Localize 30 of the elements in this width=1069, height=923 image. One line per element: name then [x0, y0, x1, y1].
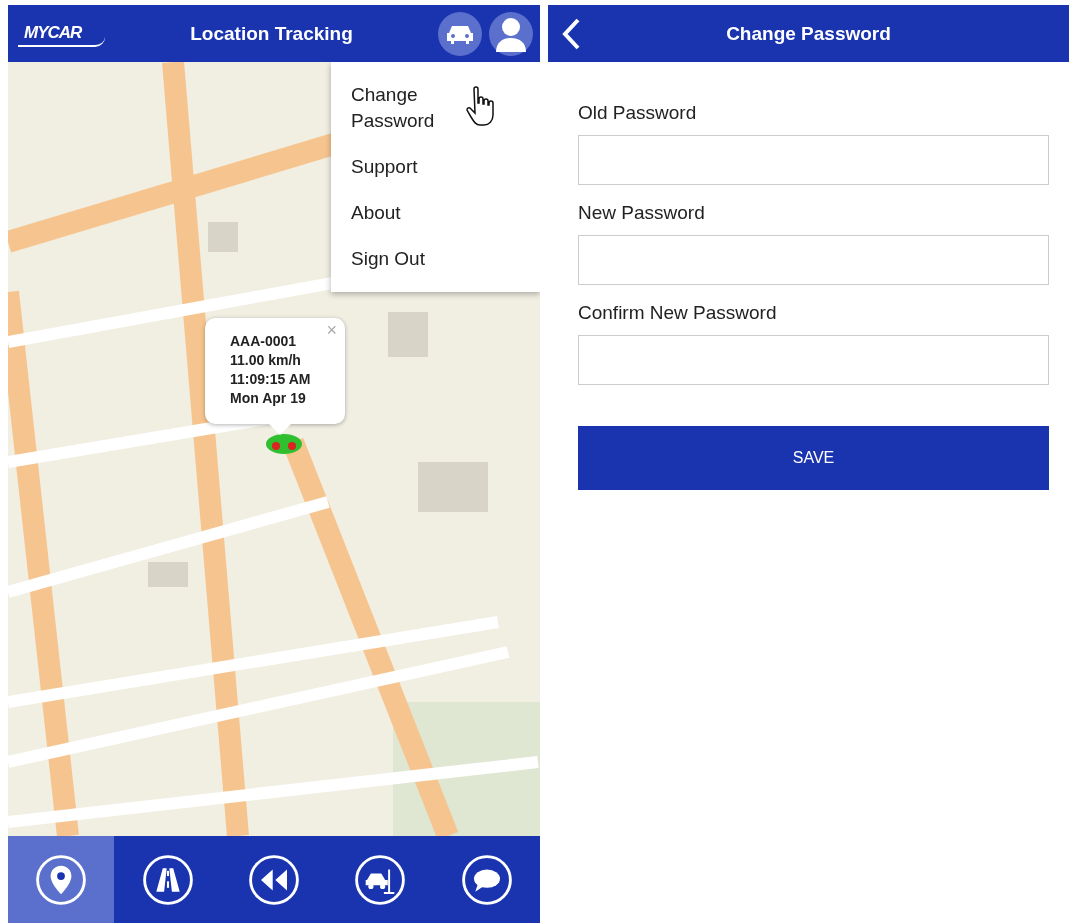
vehicle-marker-icon	[264, 432, 304, 456]
service-icon	[354, 853, 407, 906]
road-icon	[141, 853, 194, 906]
field-label: New Password	[578, 202, 706, 224]
password-field[interactable]	[578, 235, 1049, 285]
location-icon	[35, 853, 88, 906]
info-text: AAA-0001	[230, 332, 298, 351]
car-icon	[446, 23, 474, 44]
user-icon	[495, 15, 527, 52]
rewind-icon	[248, 853, 300, 906]
logo: MYCAR	[18, 20, 105, 47]
save-button[interactable]: SAVE	[578, 426, 1049, 490]
password-field[interactable]	[578, 135, 1049, 185]
nav-tab[interactable]	[8, 836, 115, 923]
back-icon[interactable]	[560, 16, 582, 51]
field-label: Confirm New Password	[578, 302, 778, 324]
car-button[interactable]	[438, 11, 482, 56]
profile-button[interactable]	[489, 11, 533, 56]
menu-item[interactable]: Change Password	[331, 72, 540, 144]
screen-title: Location Tracking	[189, 22, 354, 45]
info-text: 11.00 km/h	[230, 351, 302, 370]
menu-item[interactable]: Support	[331, 144, 540, 190]
screen-title: Change Password	[725, 22, 892, 45]
info-text: Mon Apr 19	[230, 389, 307, 408]
menu-item[interactable]: About	[331, 190, 540, 236]
menu-item[interactable]: Sign Out	[331, 236, 540, 282]
password-field[interactable]	[578, 335, 1049, 385]
chat-icon	[460, 853, 513, 906]
field-label: Old Password	[578, 102, 698, 124]
info-text: 11:09:15 AM	[230, 370, 312, 389]
